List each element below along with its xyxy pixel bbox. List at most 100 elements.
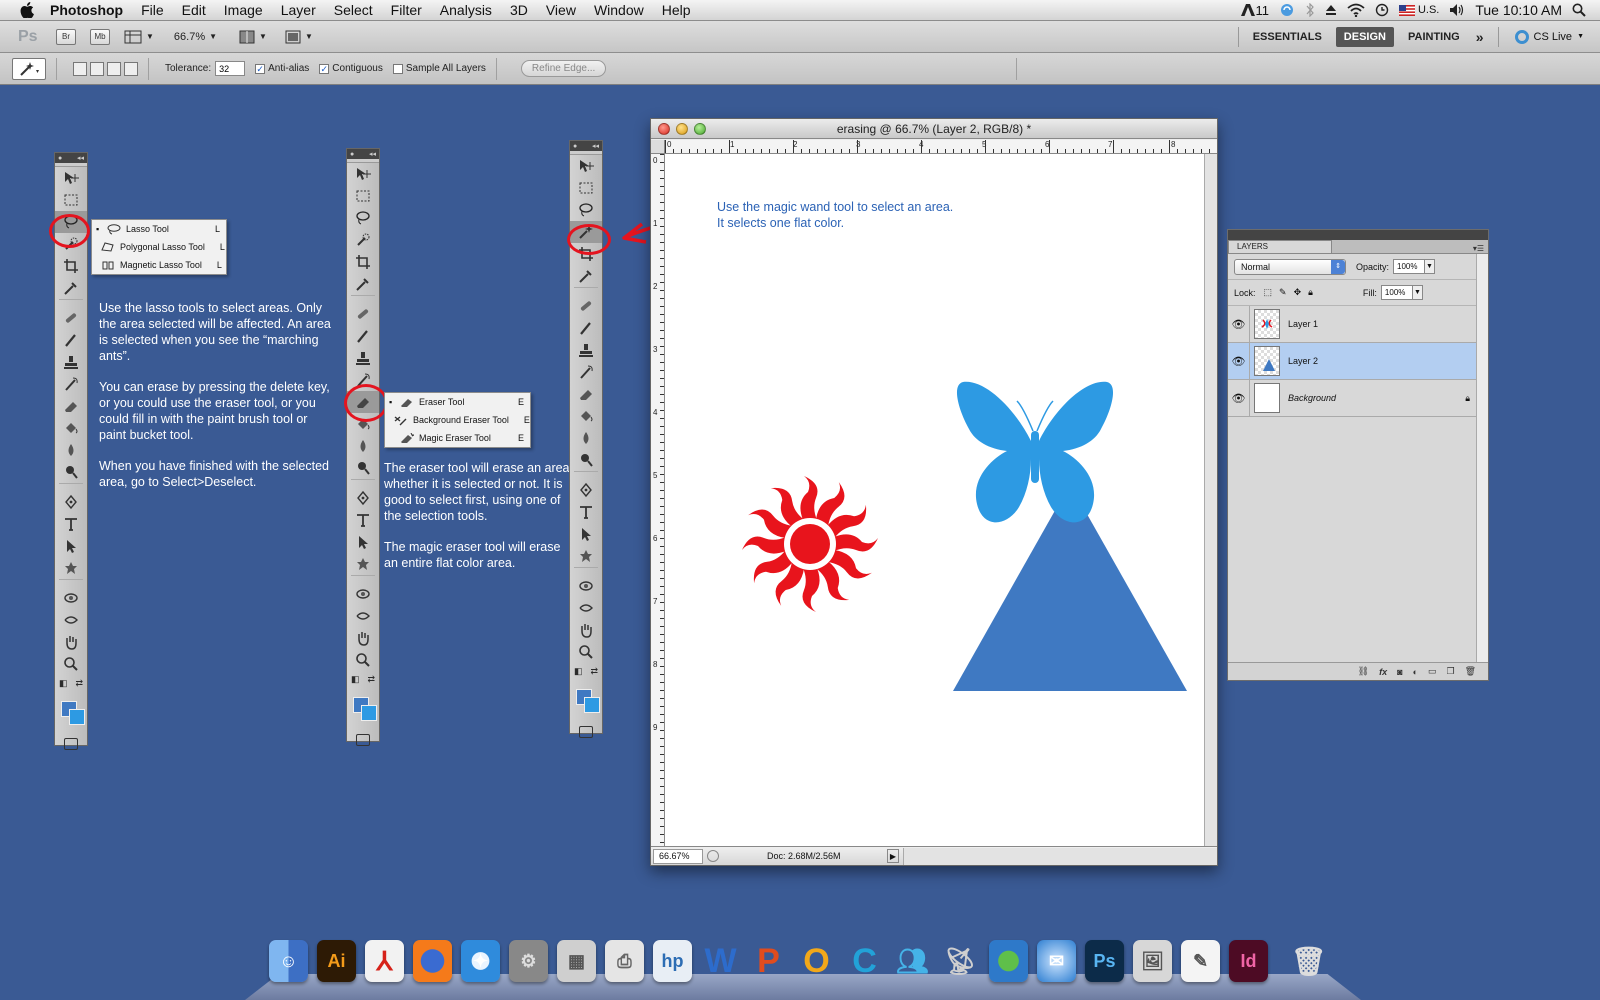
acrobat-icon[interactable]: ⅄ xyxy=(365,940,404,982)
adjustment-layer-icon[interactable]: ◐ xyxy=(1413,667,1418,677)
hand-tool[interactable] xyxy=(347,627,379,649)
tab-layers[interactable]: LAYERS xyxy=(1228,240,1332,253)
launch-minibridge-button[interactable]: Mb xyxy=(90,28,110,45)
arrange-documents-dropdown[interactable]: ▼ xyxy=(239,30,267,44)
brush-tool[interactable] xyxy=(347,325,379,347)
indesign-icon[interactable]: Id xyxy=(1229,940,1268,982)
swap-colors-icon[interactable]: ⇄ xyxy=(75,678,83,689)
messenger-icon[interactable]: 👥︎ xyxy=(893,940,932,982)
flyout-magnetic-lasso-tool[interactable]: Magnetic Lasso Tool L xyxy=(92,256,226,274)
layer-row-layer-2[interactable]: 👁︎ Layer 2 xyxy=(1228,343,1488,380)
zoom-tool[interactable] xyxy=(55,653,87,675)
collapse-icon[interactable]: ◂◂ xyxy=(369,150,376,158)
3d-orbit-tool[interactable] xyxy=(347,605,379,627)
path-selection-tool[interactable] xyxy=(347,531,379,553)
spotlight-search-icon[interactable] xyxy=(1572,3,1586,17)
apple-menu-icon[interactable] xyxy=(14,0,40,21)
screen-mode-dropdown[interactable]: ▼ xyxy=(285,30,313,44)
menu-select[interactable]: Select xyxy=(325,0,382,21)
dodge-tool[interactable] xyxy=(570,449,602,471)
3d-rotate-tool[interactable] xyxy=(55,587,87,609)
zoom-tool[interactable] xyxy=(347,649,379,671)
communicator-icon[interactable]: C xyxy=(845,940,884,982)
type-tool[interactable] xyxy=(347,509,379,531)
flyout-polygonal-lasso-tool[interactable]: Polygonal Lasso Tool L xyxy=(92,238,226,256)
sync-icon[interactable] xyxy=(1279,3,1295,17)
spot-healing-tool[interactable] xyxy=(55,307,87,329)
globe-icon[interactable] xyxy=(989,940,1028,982)
crop-tool[interactable] xyxy=(347,251,379,273)
menu-3d[interactable]: 3D xyxy=(501,0,537,21)
layer-name[interactable]: Background xyxy=(1288,393,1336,403)
tool-preset-picker[interactable] xyxy=(12,57,46,80)
panel-header[interactable] xyxy=(1228,230,1488,240)
layers-scrollbar[interactable] xyxy=(1476,254,1488,662)
background-color-swatch[interactable] xyxy=(361,705,377,721)
visibility-eye-icon[interactable]: 👁︎ xyxy=(1228,306,1250,342)
sample-all-layers-checkbox[interactable]: Sample All Layers xyxy=(392,63,486,74)
refine-edge-button[interactable]: Refine Edge... xyxy=(520,60,607,77)
swap-colors-icon[interactable]: ⇄ xyxy=(590,666,598,677)
close-icon[interactable]: ● xyxy=(58,155,62,162)
view-extras-dropdown[interactable]: ▼ xyxy=(124,30,154,44)
visibility-eye-icon[interactable]: 👁︎ xyxy=(1228,380,1250,416)
layer-name[interactable]: Layer 2 xyxy=(1288,356,1318,366)
eyedropper-tool[interactable] xyxy=(347,273,379,295)
bluetooth-icon[interactable] xyxy=(1305,3,1315,17)
new-selection-button[interactable] xyxy=(73,61,87,76)
path-selection-tool[interactable] xyxy=(570,523,602,545)
3d-rotate-tool[interactable] xyxy=(570,575,602,597)
clone-stamp-tool[interactable] xyxy=(570,339,602,361)
custom-shape-tool[interactable] xyxy=(55,557,87,579)
lock-position-icon[interactable]: ✥ xyxy=(1294,287,1302,298)
lock-all-icon[interactable]: 🔒︎ xyxy=(1308,287,1313,298)
cs-live-button[interactable]: CS Live ▼ xyxy=(1514,29,1584,44)
eyedropper-tool[interactable] xyxy=(55,277,87,299)
close-icon[interactable]: ● xyxy=(350,151,354,158)
panel-menu-icon[interactable]: ▾☰ xyxy=(1473,244,1484,253)
collapse-icon[interactable]: ◂◂ xyxy=(77,154,84,162)
illustrator-icon[interactable]: Ai xyxy=(317,940,356,982)
history-brush-tool[interactable] xyxy=(570,361,602,383)
panel-header[interactable]: ● ◂◂ xyxy=(570,141,602,151)
outlook-icon[interactable]: O xyxy=(797,940,836,982)
blur-tool[interactable] xyxy=(347,435,379,457)
workspace-painting[interactable]: PAINTING xyxy=(1400,27,1468,47)
eject-icon[interactable] xyxy=(1325,4,1337,16)
fill-input[interactable]: 100% xyxy=(1380,285,1413,300)
type-tool[interactable] xyxy=(570,501,602,523)
marquee-tool[interactable] xyxy=(55,189,87,211)
close-icon[interactable]: ● xyxy=(573,143,577,150)
lock-pixels-icon[interactable]: ✎ xyxy=(1279,287,1287,298)
blend-mode-select[interactable]: Normal ⇕ xyxy=(1234,258,1346,275)
menu-help[interactable]: Help xyxy=(653,0,700,21)
move-tool[interactable] xyxy=(55,167,87,189)
3d-rotate-tool[interactable] xyxy=(347,583,379,605)
quick-selection-tool[interactable] xyxy=(347,229,379,251)
menu-filter[interactable]: Filter xyxy=(382,0,431,21)
workspace-essentials[interactable]: ESSENTIALS xyxy=(1245,27,1330,47)
flyout-magic-eraser-tool[interactable]: Magic Eraser Tool E xyxy=(385,429,530,447)
history-brush-tool[interactable] xyxy=(55,373,87,395)
safari-icon[interactable]: ✦ xyxy=(461,940,500,982)
vertical-ruler[interactable]: 0 1 2 3 4 5 6 7 8 9 xyxy=(651,154,665,846)
zoom-window-button[interactable] xyxy=(694,122,706,135)
paint-bucket-tool[interactable] xyxy=(55,417,87,439)
layer-name[interactable]: Layer 1 xyxy=(1288,319,1318,329)
new-layer-icon[interactable]: ❐ xyxy=(1446,666,1454,677)
volume-icon[interactable] xyxy=(1449,3,1465,17)
network-antenna-icon[interactable]: 📡︎ xyxy=(941,940,980,982)
move-tool[interactable] xyxy=(347,163,379,185)
input-source-menu[interactable]: U.S. xyxy=(1398,4,1439,16)
fill-dropdown-icon[interactable]: ▼ xyxy=(1412,285,1423,300)
tolerance-input[interactable] xyxy=(215,61,246,76)
status-menu-arrow-icon[interactable]: ▶ xyxy=(887,849,899,863)
finder-icon[interactable]: ☺ xyxy=(269,940,308,982)
intersect-selection-button[interactable] xyxy=(124,61,138,76)
hp-utility-icon[interactable]: hp xyxy=(653,940,692,982)
contiguous-checkbox[interactable]: ✓ Contiguous xyxy=(319,63,383,74)
collapse-icon[interactable]: ◂◂ xyxy=(592,142,599,150)
menu-view[interactable]: View xyxy=(537,0,585,21)
mail-icon[interactable]: ✉ xyxy=(1037,940,1076,982)
print-center-icon[interactable]: ⎙ xyxy=(605,940,644,982)
